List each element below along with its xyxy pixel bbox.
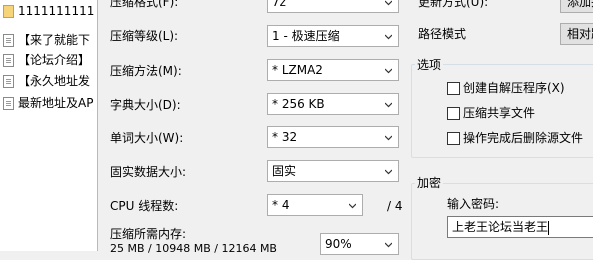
encryption-title: 加密 <box>415 175 444 191</box>
level-select[interactable]: 1 - 极速压缩 <box>267 25 399 47</box>
format-select[interactable]: 7z <box>267 0 399 13</box>
sfx-checkbox[interactable] <box>447 82 460 95</box>
add-to-archive-dialog: 压缩格式(F): 7z 压缩等级(L): 1 - 极速压缩 压缩方法(M): *… <box>98 0 593 260</box>
level-value: 1 - 极速压缩 <box>272 29 340 43</box>
file-name: 【论坛介绍】 <box>18 53 91 67</box>
folder-icon <box>3 5 14 18</box>
chevron-down-icon <box>385 242 392 248</box>
file-name: 最新地址及AP <box>18 96 94 110</box>
shared-files-checkbox[interactable] <box>447 107 460 120</box>
chevron-down-icon <box>385 0 392 6</box>
text-file-icon <box>3 97 14 110</box>
file-name: 【来了就能下 <box>18 33 91 47</box>
memory-value: 25 MB / 10948 MB / 12164 MB <box>110 242 277 255</box>
cpu-threads-max: / 4 <box>387 199 403 213</box>
cpu-threads-select[interactable]: * 4 <box>267 194 363 216</box>
dictionary-label: 字典大小(D): <box>110 98 181 112</box>
solid-block-value: 固实 <box>272 164 297 178</box>
method-select[interactable]: * LZMA2 <box>267 59 399 81</box>
method-label: 压缩方法(M): <box>110 64 182 78</box>
update-mode-value: 添加并 <box>567 0 593 9</box>
chevron-down-icon <box>349 203 356 209</box>
text-file-icon <box>3 75 14 88</box>
word-size-select[interactable]: * 32 <box>267 126 399 148</box>
dictionary-value: * 256 KB <box>272 97 325 111</box>
cpu-threads-label: CPU 线程数: <box>110 199 179 213</box>
memory-label: 压缩所需内存: <box>110 227 187 241</box>
level-label: 压缩等级(L): <box>110 29 179 43</box>
memory-percent-select[interactable]: 90% <box>320 233 399 255</box>
update-mode-label: 更新方式(U): <box>418 0 489 9</box>
chevron-down-icon <box>385 169 392 175</box>
method-value: * LZMA2 <box>272 63 323 77</box>
update-mode-select[interactable]: 添加并 <box>560 0 593 13</box>
chevron-down-icon <box>385 135 392 141</box>
word-size-label: 单词大小(W): <box>110 131 184 145</box>
chevron-down-icon <box>385 102 392 108</box>
password-input[interactable]: 上老王论坛当老王 <box>447 216 593 238</box>
file-name: 【永久地址发 <box>18 74 91 88</box>
password-label: 输入密码: <box>447 197 500 211</box>
chevron-down-icon <box>385 34 392 40</box>
sfx-checkbox-label: 创建自解压程序(X) <box>463 81 565 95</box>
path-mode-value: 相对路 <box>567 27 593 41</box>
delete-after-checkbox[interactable] <box>447 132 460 145</box>
path-mode-label: 路径模式 <box>418 27 467 41</box>
cpu-threads-value: * 4 <box>272 198 290 212</box>
file-list-panel: 1111111111 【来了就能下 【论坛介绍】 【永久地址发 最新地址及AP <box>0 0 98 251</box>
text-file-icon <box>3 34 14 47</box>
solid-block-select[interactable]: 固实 <box>267 160 399 182</box>
shared-files-checkbox-label: 压缩共享文件 <box>463 106 536 120</box>
word-size-value: * 32 <box>272 130 298 144</box>
format-value: 7z <box>272 0 286 9</box>
solid-block-label: 固实数据大小: <box>110 165 187 179</box>
password-value: 上老王论坛当老王 <box>452 220 549 234</box>
dictionary-select[interactable]: * 256 KB <box>267 93 399 115</box>
delete-after-checkbox-label: 操作完成后删除源文件 <box>463 131 584 145</box>
file-name: 1111111111 <box>18 4 95 18</box>
text-caret <box>548 220 550 235</box>
options-title: 选项 <box>415 57 444 73</box>
text-file-icon <box>3 54 14 67</box>
chevron-down-icon <box>385 68 392 74</box>
path-mode-select[interactable]: 相对路 <box>560 23 593 45</box>
memory-percent-value: 90% <box>325 237 352 251</box>
format-label: 压缩格式(F): <box>110 0 179 9</box>
